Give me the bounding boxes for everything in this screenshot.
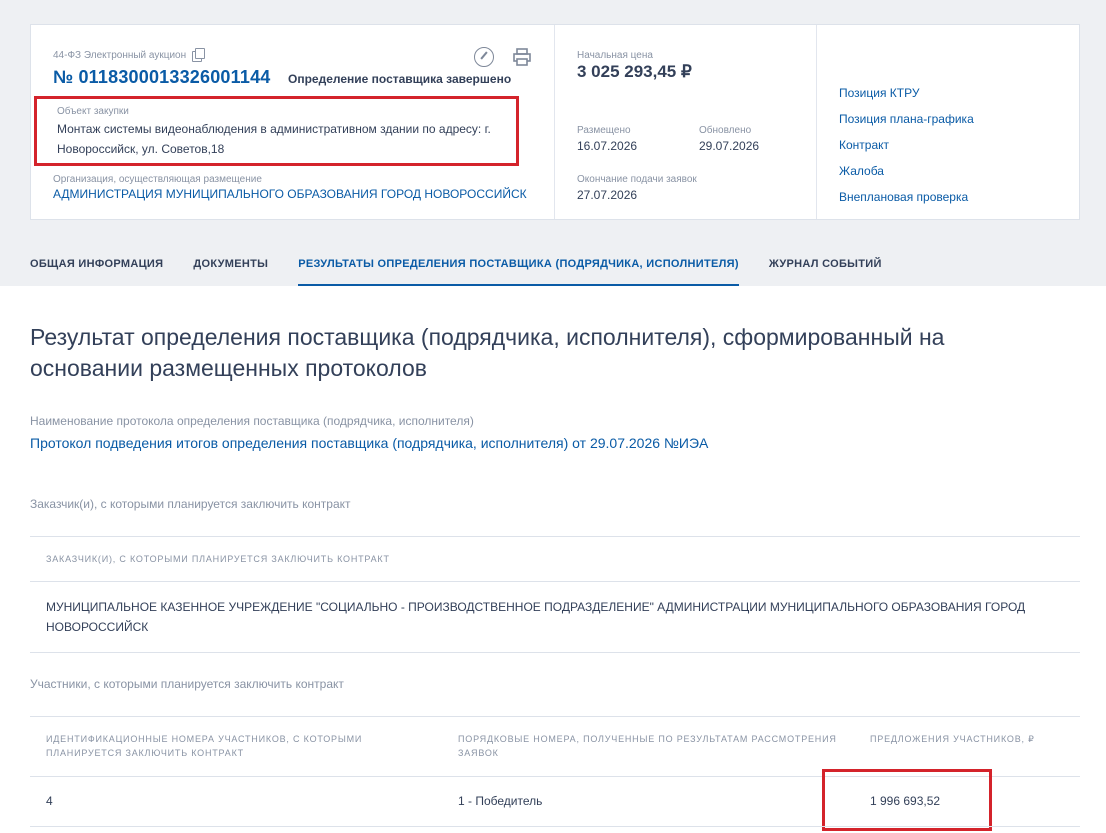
link-contract[interactable]: Контракт bbox=[839, 138, 974, 164]
protocol-link[interactable]: Протокол подведения итогов определения п… bbox=[30, 434, 750, 453]
col-divider bbox=[816, 25, 817, 219]
table-divider bbox=[30, 716, 1080, 717]
deadline-date: 27.07.2026 bbox=[577, 188, 638, 202]
tab-bar: ОБЩАЯ ИНФОРМАЦИЯ ДОКУМЕНТЫ РЕЗУЛЬТАТЫ ОП… bbox=[30, 258, 912, 286]
top-area: 44-ФЗ Электронный аукцион № 011830001332… bbox=[0, 0, 1106, 286]
deadline-label: Окончание подачи заявок bbox=[577, 174, 697, 185]
participants-label: Участники, с которыми планируется заключ… bbox=[30, 677, 344, 691]
table-divider bbox=[30, 652, 1080, 653]
offer-highlight-box bbox=[822, 769, 992, 831]
participant-id: 4 bbox=[46, 794, 53, 808]
side-links: Позиция КТРУ Позиция плана-графика Контр… bbox=[839, 86, 974, 216]
status-text: Определение поставщика завершено bbox=[288, 72, 512, 86]
updated-label: Обновлено bbox=[699, 125, 752, 136]
posted-label: Размещено bbox=[577, 125, 631, 136]
tender-card: 44-ФЗ Электронный аукцион № 011830001332… bbox=[30, 24, 1080, 220]
page-title: Результат определения поставщика (подряд… bbox=[30, 324, 945, 381]
tab-results[interactable]: РЕЗУЛЬТАТЫ ОПРЕДЕЛЕНИЯ ПОСТАВЩИКА (ПОДРЯ… bbox=[298, 258, 739, 286]
org-label: Организация, осуществляющая размещение bbox=[53, 174, 262, 185]
participant-order: 1 - Победитель bbox=[458, 794, 543, 808]
tab-general-info[interactable]: ОБЩАЯ ИНФОРМАЦИЯ bbox=[30, 258, 163, 286]
customers-table-header: ЗАКАЗЧИК(И), С КОТОРЫМИ ПЛАНИРУЕТСЯ ЗАКЛ… bbox=[46, 554, 390, 564]
law-type: 44-ФЗ Электронный аукцион bbox=[53, 48, 206, 62]
copy-icon[interactable] bbox=[192, 48, 206, 62]
initial-price: 3 025 293,45 ₽ bbox=[577, 62, 692, 81]
participants-header-offer: ПРЕДЛОЖЕНИЯ УЧАСТНИКОВ, ₽ bbox=[870, 734, 1035, 744]
link-complaint[interactable]: Жалоба bbox=[839, 164, 974, 190]
law-type-label: 44-ФЗ Электронный аукцион bbox=[53, 49, 187, 61]
tender-number[interactable]: № 0118300013326001144 bbox=[53, 67, 270, 88]
customers-label: Заказчик(и), с которыми планируется закл… bbox=[30, 497, 351, 511]
col-divider bbox=[554, 25, 555, 219]
object-highlight-box: Объект закупки Монтаж системы видеонаблю… bbox=[34, 96, 519, 166]
tab-event-log[interactable]: ЖУРНАЛ СОБЫТИЙ bbox=[769, 258, 882, 286]
posted-date: 16.07.2026 bbox=[577, 139, 638, 153]
object-label: Объект закупки bbox=[57, 106, 129, 117]
tab-documents[interactable]: ДОКУМЕНТЫ bbox=[193, 258, 268, 286]
object-text: Монтаж системы видеонаблюдения в админис… bbox=[57, 122, 491, 156]
updated-date: 29.07.2026 bbox=[699, 139, 760, 153]
price-label: Начальная цена bbox=[577, 50, 653, 61]
table-divider bbox=[30, 581, 1080, 582]
link-ktru[interactable]: Позиция КТРУ bbox=[839, 86, 974, 112]
table-divider bbox=[30, 536, 1080, 537]
participants-header-id: ИДЕНТИФИКАЦИОННЫЕ НОМЕРА УЧАСТНИКОВ, С К… bbox=[46, 734, 363, 758]
link-inspection[interactable]: Внеплановая проверка bbox=[839, 190, 974, 216]
participants-header-order: ПОРЯДКОВЫЕ НОМЕРА, ПОЛУЧЕННЫЕ ПО РЕЗУЛЬТ… bbox=[458, 734, 837, 758]
print-icon[interactable] bbox=[512, 47, 532, 67]
table-divider bbox=[30, 826, 1080, 827]
link-plan-schedule[interactable]: Позиция плана-графика bbox=[839, 112, 974, 138]
customer-name: МУНИЦИПАЛЬНОЕ КАЗЕННОЕ УЧРЕЖДЕНИЕ "СОЦИА… bbox=[46, 600, 1026, 634]
org-name-link[interactable]: АДМИНИСТРАЦИЯ МУНИЦИПАЛЬНОГО ОБРАЗОВАНИЯ… bbox=[53, 187, 527, 201]
protocol-label: Наименование протокола определения поста… bbox=[30, 414, 474, 428]
key-icon[interactable] bbox=[474, 47, 494, 67]
